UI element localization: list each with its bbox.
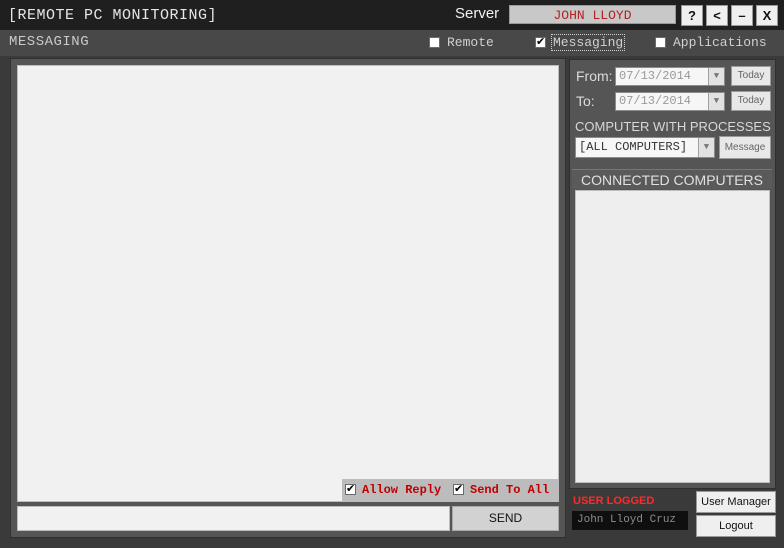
processes-title: COMPUTER WITH PROCESSES: [575, 119, 771, 134]
user-manager-button[interactable]: User Manager: [696, 491, 776, 513]
to-date-field[interactable]: 07/13/2014 ▼: [615, 92, 725, 111]
message-button[interactable]: Message: [719, 136, 771, 159]
header-strip: [0, 30, 784, 56]
send-to-all-checkbox[interactable]: [453, 482, 464, 495]
messaging-label[interactable]: Messaging: [551, 34, 626, 51]
connected-computers-list[interactable]: [575, 190, 770, 483]
help-button[interactable]: ?: [681, 5, 703, 26]
chevron-down-icon[interactable]: ▼: [698, 138, 714, 157]
chevron-down-icon[interactable]: ▼: [708, 68, 724, 85]
app-title: [REMOTE PC MONITORING]: [8, 7, 218, 24]
chevron-down-icon[interactable]: ▼: [708, 93, 724, 110]
server-label: Server: [455, 5, 500, 22]
user-name-field: John Lloyd Cruz: [572, 511, 688, 530]
from-date-field[interactable]: 07/13/2014 ▼: [615, 67, 725, 86]
close-button[interactable]: X: [756, 5, 778, 26]
to-date-value: 07/13/2014: [619, 94, 692, 108]
from-today-button[interactable]: Today: [731, 66, 771, 86]
allow-reply-label[interactable]: Allow Reply: [362, 483, 441, 497]
computer-select[interactable]: [ALL COMPUTERS] ▼: [575, 137, 715, 158]
to-label: To:: [576, 93, 595, 109]
server-name-field: JOHN LLOYD: [509, 5, 676, 24]
computer-select-value: [ALL COMPUTERS]: [579, 140, 688, 154]
messaging-checkbox[interactable]: [535, 35, 546, 48]
minimize-button[interactable]: –: [731, 5, 753, 26]
applications-checkbox[interactable]: [655, 37, 666, 48]
send-button[interactable]: SEND: [452, 506, 559, 531]
back-button[interactable]: <: [706, 5, 728, 26]
connected-computers-title: CONNECTED COMPUTERS: [572, 169, 772, 189]
section-title: MESSAGING: [9, 34, 90, 50]
message-log[interactable]: [17, 65, 559, 502]
remote-label[interactable]: Remote: [447, 35, 494, 50]
remote-checkbox[interactable]: [429, 37, 440, 48]
message-input[interactable]: [17, 506, 450, 531]
from-label: From:: [576, 68, 613, 84]
user-logged-label: USER LOGGED: [573, 495, 655, 507]
send-to-all-label[interactable]: Send To All: [470, 483, 549, 497]
applications-label[interactable]: Applications: [673, 35, 767, 50]
from-date-value: 07/13/2014: [619, 69, 692, 83]
to-today-button[interactable]: Today: [731, 91, 771, 111]
logout-button[interactable]: Logout: [696, 515, 776, 537]
allow-reply-checkbox[interactable]: [345, 482, 356, 495]
